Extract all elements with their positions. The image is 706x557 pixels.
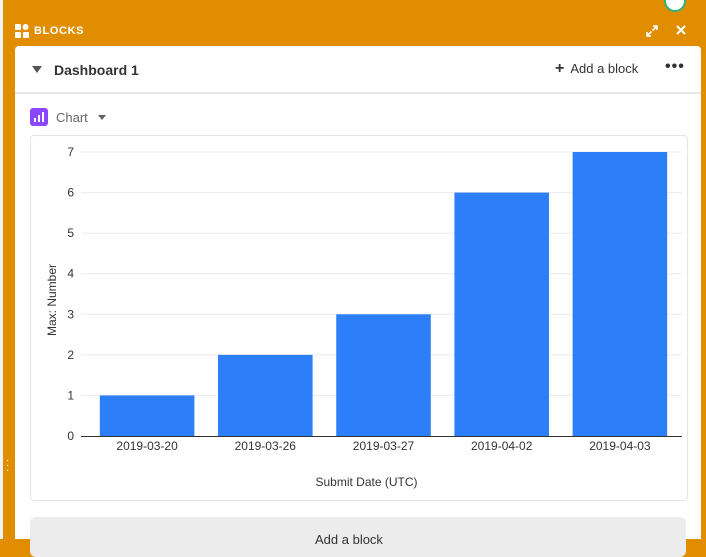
bar-chart: 0 1 2 3 4 5 6 7 2019-03-20 2019-03-26 2019-03-27 20… bbox=[45, 145, 682, 489]
dashboard-title[interactable]: Dashboard 1 bbox=[54, 62, 139, 78]
y-tick-label: 1 bbox=[67, 388, 74, 402]
x-tick-label: 2019-04-02 bbox=[471, 439, 533, 453]
collapse-caret-icon[interactable] bbox=[32, 66, 42, 73]
blocks-icon bbox=[15, 24, 29, 38]
y-tick-label: 4 bbox=[67, 267, 74, 281]
blocks-title: BLOCKS bbox=[34, 25, 85, 37]
y-tick-label: 7 bbox=[67, 145, 74, 159]
y-tick-label: 0 bbox=[67, 429, 74, 443]
expand-icon[interactable] bbox=[646, 25, 658, 37]
left-edge-strip bbox=[0, 0, 3, 539]
chart-icon bbox=[30, 108, 48, 126]
bar-2019-03-26 bbox=[218, 354, 313, 436]
y-tick-label: 2 bbox=[67, 348, 74, 362]
resize-handle-icon[interactable]: · · · bbox=[6, 456, 10, 478]
add-block-placeholder[interactable]: Add a block bbox=[30, 517, 686, 557]
x-axis-label: Submit Date (UTC) bbox=[315, 475, 417, 489]
x-tick-label: 2019-03-20 bbox=[116, 439, 178, 453]
y-tick-label: 6 bbox=[67, 186, 74, 200]
y-tick-label: 5 bbox=[67, 226, 74, 240]
add-block-button[interactable]: + Add a block bbox=[555, 59, 639, 77]
y-tick-label: 3 bbox=[67, 307, 74, 321]
y-axis-label: Max: Number bbox=[45, 264, 59, 336]
bar-2019-04-03 bbox=[572, 152, 668, 436]
block-type-selector[interactable]: Chart bbox=[30, 108, 106, 126]
add-block-placeholder-label: Add a block bbox=[315, 532, 383, 547]
dashboard-panel: Dashboard 1 + Add a block ••• Chart 0 1 2 3… bbox=[15, 46, 701, 557]
chevron-down-icon bbox=[97, 114, 106, 120]
blocks-title-bar: BLOCKS bbox=[12, 0, 706, 46]
bar-2019-04-02 bbox=[454, 192, 549, 436]
bar-2019-03-27 bbox=[336, 314, 431, 436]
x-tick-label: 2019-04-03 bbox=[589, 439, 651, 453]
chart-card: 0 1 2 3 4 5 6 7 2019-03-20 2019-03-26 2019-03-27 20… bbox=[30, 135, 688, 501]
bar-2019-03-20 bbox=[99, 395, 195, 436]
more-options-button[interactable]: ••• bbox=[665, 58, 685, 76]
block-type-label: Chart bbox=[56, 109, 88, 125]
x-tick-label: 2019-03-26 bbox=[235, 439, 297, 453]
dashboard-header: Dashboard 1 + Add a block ••• bbox=[15, 46, 701, 94]
x-tick-label: 2019-03-27 bbox=[353, 439, 415, 453]
plus-icon: + bbox=[555, 59, 565, 77]
close-icon[interactable] bbox=[675, 24, 687, 36]
add-block-label: Add a block bbox=[570, 61, 639, 76]
